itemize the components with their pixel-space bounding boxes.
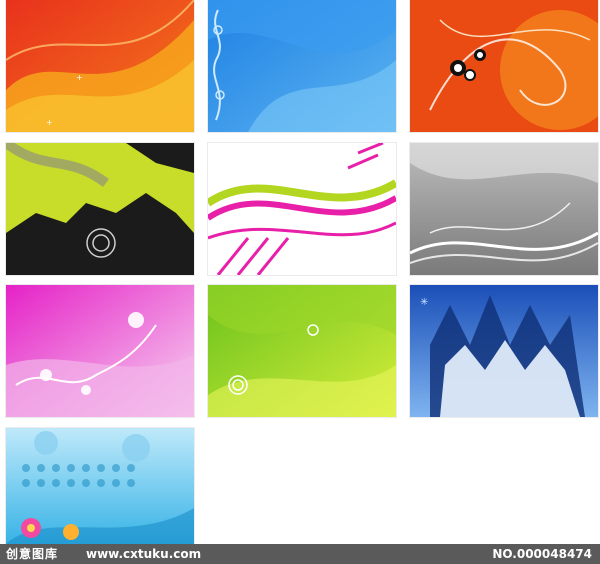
- orange-wave-card[interactable]: + +: [6, 0, 194, 132]
- green-bubbles-card[interactable]: [208, 285, 396, 417]
- pink-green-stripes-card[interactable]: [208, 143, 396, 275]
- svg-text:✳: ✳: [420, 297, 428, 308]
- watermark-number: NO.000048474: [492, 547, 592, 561]
- watermark-bar: 创意图库 www.cxtuku.com NO.000048474: [0, 544, 600, 564]
- svg-text:+: +: [76, 73, 83, 82]
- orange-wave-artwork: ++: [6, 0, 194, 132]
- green-bubbles-artwork: [208, 285, 396, 417]
- pink-green-stripes-artwork: [208, 143, 396, 275]
- gray-wave-artwork: [410, 143, 598, 275]
- magenta-floral-artwork: [6, 285, 194, 417]
- blue-trees-card[interactable]: ✳ ✳: [410, 285, 598, 417]
- svg-text:+: +: [46, 118, 53, 127]
- gray-wave-card[interactable]: [410, 143, 598, 275]
- blue-trees-artwork: ✳ ✳: [410, 285, 598, 417]
- watermark-site: www.cxtuku.com: [86, 547, 202, 561]
- blue-swirl-card[interactable]: [208, 0, 396, 132]
- orange-circles-artwork: [410, 0, 598, 132]
- orange-circles-card[interactable]: [410, 0, 598, 132]
- blue-swirl-artwork: [208, 0, 396, 132]
- svg-text:✳: ✳: [560, 387, 568, 398]
- cyan-flowers-card[interactable]: [6, 428, 194, 544]
- green-splatter-card[interactable]: [6, 143, 194, 275]
- cyan-flowers-artwork: [6, 428, 194, 544]
- magenta-floral-card[interactable]: [6, 285, 194, 417]
- green-splatter-artwork: [6, 143, 194, 275]
- watermark-logo: 创意图库: [6, 547, 59, 561]
